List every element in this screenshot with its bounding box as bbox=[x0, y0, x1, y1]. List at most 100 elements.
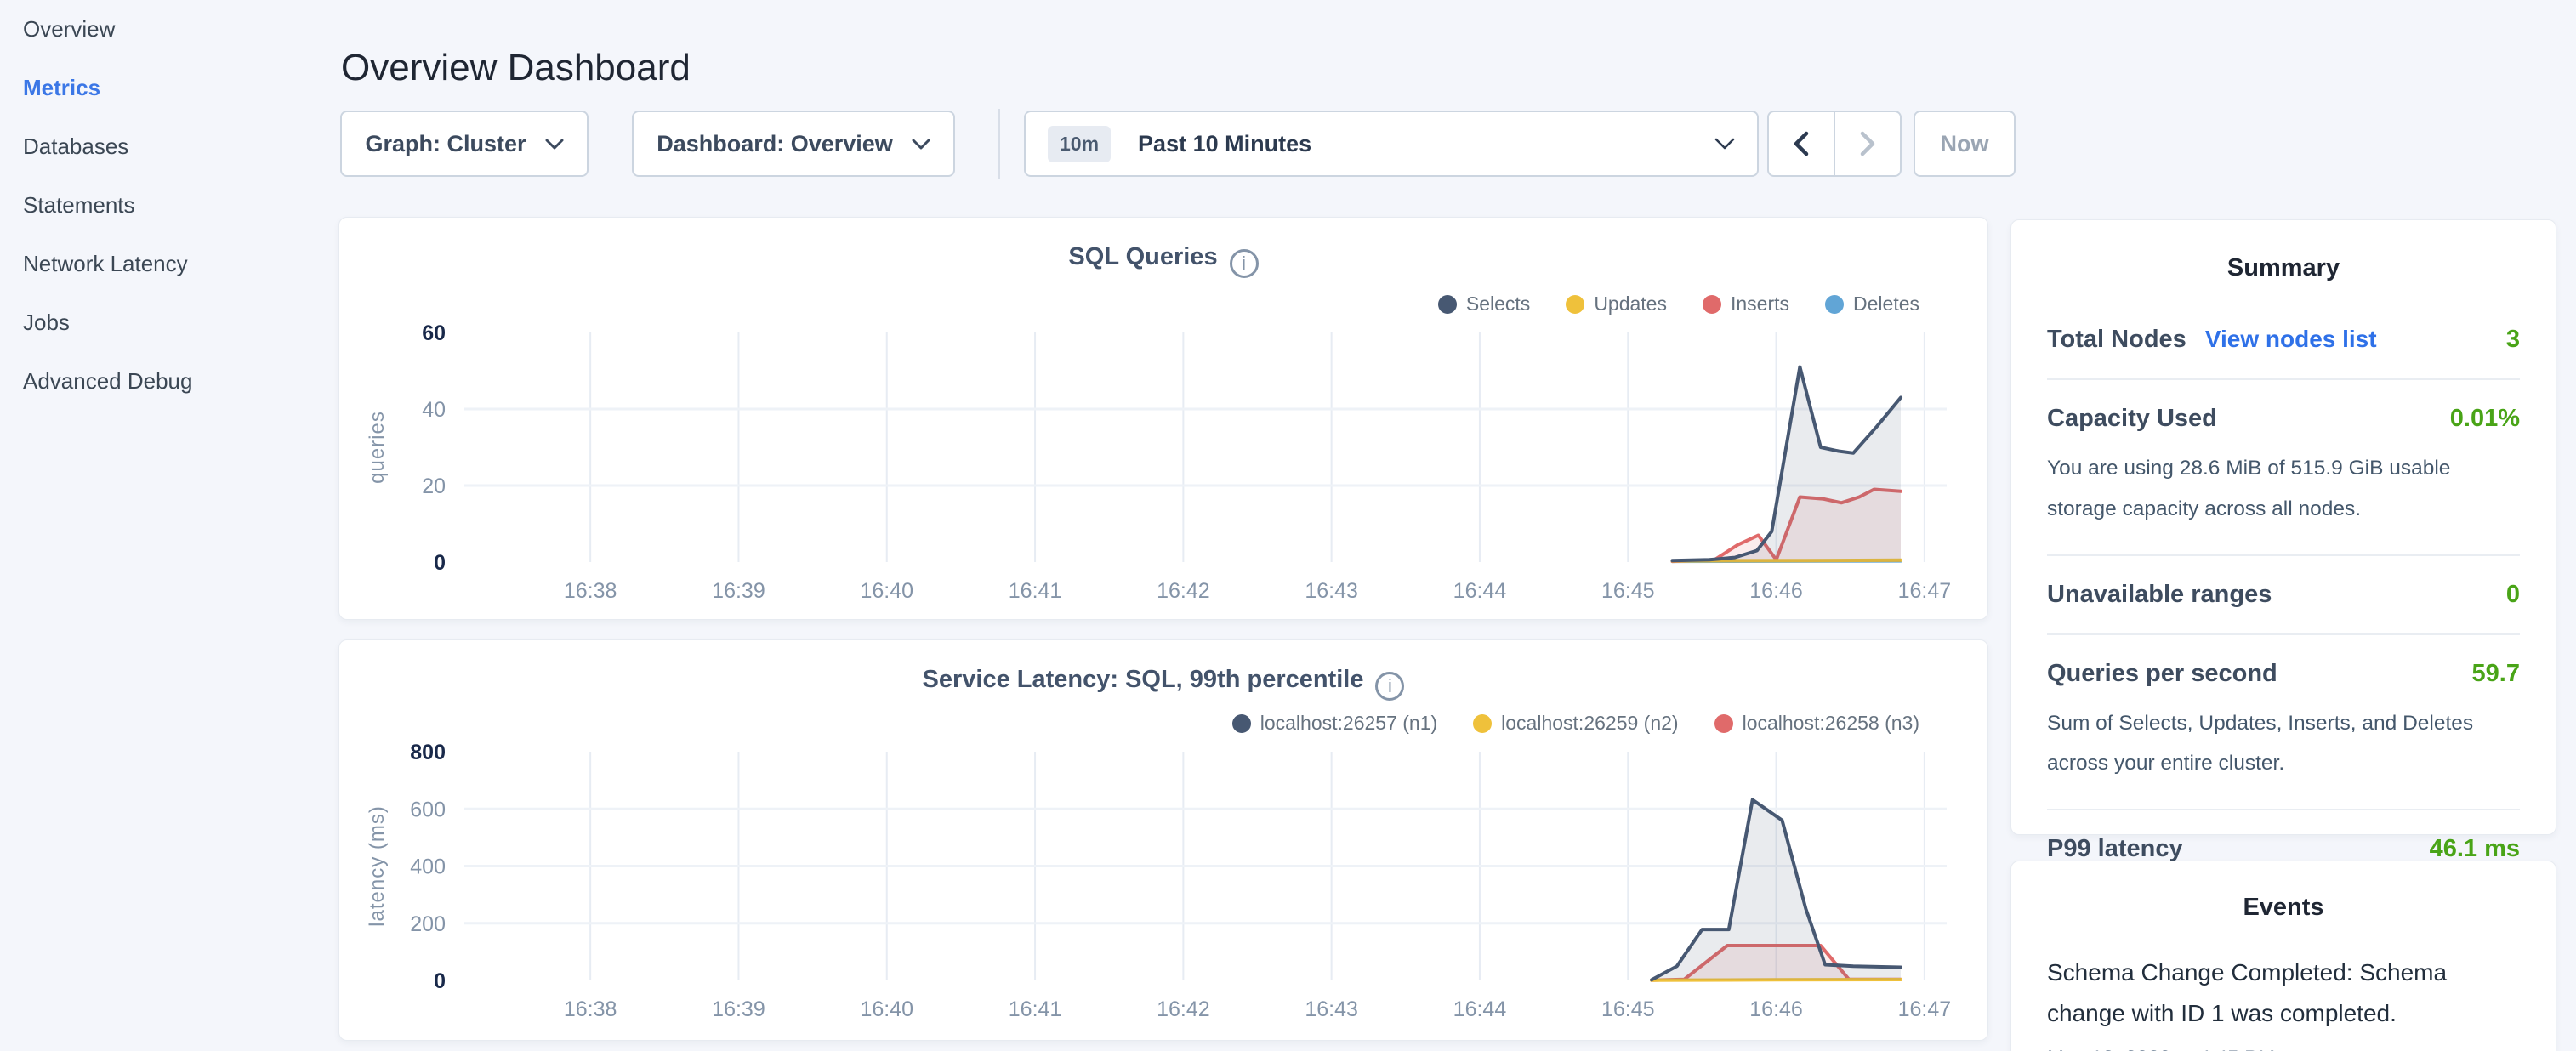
chevron-down-icon bbox=[1714, 138, 1735, 150]
svg-text:16:47: 16:47 bbox=[1898, 579, 1952, 603]
legend-dot-icon bbox=[1566, 295, 1584, 314]
summary-panel: Summary Total NodesView nodes list3Capac… bbox=[2010, 219, 2556, 835]
chart-title-row: SQL Queries i bbox=[339, 243, 1987, 278]
summary-row-value: 59.7 bbox=[2472, 660, 2520, 688]
svg-text:800: 800 bbox=[410, 741, 446, 764]
sql-queries-legend: Selects Updates Inserts Deletes bbox=[1438, 293, 1919, 315]
svg-text:16:40: 16:40 bbox=[860, 579, 913, 603]
legend-item[interactable]: Selects bbox=[1438, 293, 1530, 315]
sidebar-item-metrics[interactable]: Metrics bbox=[0, 59, 340, 117]
svg-text:16:44: 16:44 bbox=[1453, 579, 1507, 603]
events-title: Events bbox=[2047, 894, 2520, 922]
legend-label: localhost:26257 (n1) bbox=[1260, 712, 1437, 735]
svg-text:600: 600 bbox=[410, 798, 446, 821]
chevron-left-icon bbox=[1792, 130, 1811, 157]
summary-row: Capacity Used 0.01% You are using 28.6 MiB… bbox=[2047, 380, 2520, 556]
sidebar-item-advanced-debug[interactable]: Advanced Debug bbox=[0, 352, 340, 411]
time-step-buttons bbox=[1767, 111, 1902, 177]
sidebar-item-jobs[interactable]: Jobs bbox=[0, 293, 340, 352]
svg-text:16:46: 16:46 bbox=[1749, 997, 1803, 1021]
legend-item[interactable]: Updates bbox=[1566, 293, 1667, 315]
sidebar-item-network-latency[interactable]: Network Latency bbox=[0, 235, 340, 293]
events-panel: Events Schema Change Completed: Schema c… bbox=[2010, 861, 2556, 1051]
graph-dropdown-label: Graph: Cluster bbox=[365, 131, 526, 157]
chart-title-row: Service Latency: SQL, 99th percentile i bbox=[339, 666, 1987, 701]
svg-text:400: 400 bbox=[410, 855, 446, 879]
legend-item[interactable]: localhost:26258 (n3) bbox=[1714, 712, 1919, 735]
time-range-label: Past 10 Minutes bbox=[1138, 131, 1311, 157]
events-list: Schema Change Completed: Schema change w… bbox=[2047, 952, 2520, 1051]
service-latency-chart-title: Service Latency: SQL, 99th percentile bbox=[923, 666, 1364, 693]
legend-item[interactable]: Deletes bbox=[1825, 293, 1919, 315]
svg-text:queries: queries bbox=[366, 411, 389, 484]
dashboard-dropdown[interactable]: Dashboard: Overview bbox=[632, 111, 955, 177]
svg-text:60: 60 bbox=[422, 321, 446, 345]
legend-dot-icon bbox=[1825, 295, 1844, 314]
legend-item[interactable]: Inserts bbox=[1703, 293, 1789, 315]
event-item[interactable]: Schema Change Completed: Schema change w… bbox=[2047, 952, 2520, 1051]
summary-row-label: Unavailable ranges bbox=[2047, 581, 2272, 609]
sidebar-item-overview[interactable]: Overview bbox=[0, 0, 340, 59]
now-button[interactable]: Now bbox=[1914, 111, 2016, 177]
summary-row-value: 0 bbox=[2506, 581, 2520, 609]
svg-text:16:43: 16:43 bbox=[1305, 579, 1358, 603]
legend-item[interactable]: localhost:26259 (n2) bbox=[1473, 712, 1678, 735]
service-latency-legend: localhost:26257 (n1) localhost:26259 (n2)… bbox=[1232, 712, 1919, 735]
summary-row-value: 0.01% bbox=[2450, 405, 2520, 433]
info-icon[interactable]: i bbox=[1230, 249, 1259, 278]
summary-row-label: P99 latency bbox=[2047, 835, 2183, 863]
service-latency-chart-card: Service Latency: SQL, 99th percentile i l… bbox=[338, 639, 1988, 1041]
svg-text:16:42: 16:42 bbox=[1157, 997, 1210, 1021]
summary-row-label: Capacity Used bbox=[2047, 405, 2217, 433]
event-text: Schema Change Completed: Schema change w… bbox=[2047, 952, 2520, 1033]
legend-dot-icon bbox=[1473, 714, 1492, 733]
summary-rows: Total NodesView nodes list3Capacity Used… bbox=[2047, 301, 2520, 888]
svg-text:16:41: 16:41 bbox=[1009, 579, 1062, 603]
svg-text:16:45: 16:45 bbox=[1601, 997, 1655, 1021]
svg-text:16:39: 16:39 bbox=[712, 997, 765, 1021]
svg-text:latency (ms): latency (ms) bbox=[366, 805, 389, 927]
chevron-down-icon bbox=[545, 139, 564, 150]
summary-row: Total NodesView nodes list3 bbox=[2047, 301, 2520, 380]
svg-text:16:47: 16:47 bbox=[1898, 997, 1952, 1021]
summary-row-label: Total Nodes bbox=[2047, 326, 2186, 354]
svg-text:16:38: 16:38 bbox=[564, 997, 617, 1021]
summary-row-description: Sum of Selects, Updates, Inserts, and De… bbox=[2047, 703, 2520, 785]
svg-text:16:46: 16:46 bbox=[1749, 579, 1803, 603]
svg-text:40: 40 bbox=[422, 398, 446, 422]
svg-text:16:38: 16:38 bbox=[564, 579, 617, 603]
time-back-button[interactable] bbox=[1769, 112, 1834, 175]
sql-queries-chart-title: SQL Queries bbox=[1068, 243, 1217, 270]
time-range-badge: 10m bbox=[1048, 126, 1111, 162]
sidebar-item-databases[interactable]: Databases bbox=[0, 117, 340, 176]
summary-row-label: Queries per second bbox=[2047, 660, 2277, 688]
svg-text:16:42: 16:42 bbox=[1157, 579, 1210, 603]
sql-queries-chart-card: SQL Queries i Selects Updates Inserts Delete… bbox=[338, 217, 1988, 620]
legend-label: Selects bbox=[1466, 293, 1530, 315]
page-title: Overview Dashboard bbox=[341, 47, 691, 89]
now-button-label: Now bbox=[1941, 131, 1989, 157]
summary-row-description: You are using 28.6 MiB of 515.9 GiB usab… bbox=[2047, 448, 2520, 530]
time-range-selector[interactable]: 10m Past 10 Minutes bbox=[1024, 111, 1759, 177]
graph-dropdown[interactable]: Graph: Cluster bbox=[340, 111, 589, 177]
chevron-down-icon bbox=[912, 139, 930, 150]
legend-label: Updates bbox=[1594, 293, 1667, 315]
legend-label: localhost:26259 (n2) bbox=[1501, 712, 1678, 735]
info-icon[interactable]: i bbox=[1375, 672, 1404, 701]
sidebar-item-statements[interactable]: Statements bbox=[0, 176, 340, 235]
legend-dot-icon bbox=[1714, 714, 1733, 733]
summary-row: Queries per second 59.7 Sum of Selects, Up… bbox=[2047, 635, 2520, 811]
sidebar-nav: OverviewMetricsDatabasesStatementsNetwor… bbox=[0, 0, 340, 1051]
summary-title: Summary bbox=[2047, 254, 2520, 282]
svg-text:16:44: 16:44 bbox=[1453, 997, 1507, 1021]
legend-dot-icon bbox=[1232, 714, 1251, 733]
controls-divider bbox=[998, 109, 1000, 179]
time-forward-button[interactable] bbox=[1834, 112, 1900, 175]
legend-item[interactable]: localhost:26257 (n1) bbox=[1232, 712, 1437, 735]
legend-dot-icon bbox=[1703, 295, 1721, 314]
view-nodes-list-link[interactable]: View nodes list bbox=[2205, 326, 2377, 353]
summary-row-value: 46.1 ms bbox=[2430, 835, 2520, 863]
svg-text:0: 0 bbox=[434, 551, 446, 575]
summary-row: Unavailable ranges 0 bbox=[2047, 556, 2520, 635]
svg-text:16:40: 16:40 bbox=[860, 997, 913, 1021]
